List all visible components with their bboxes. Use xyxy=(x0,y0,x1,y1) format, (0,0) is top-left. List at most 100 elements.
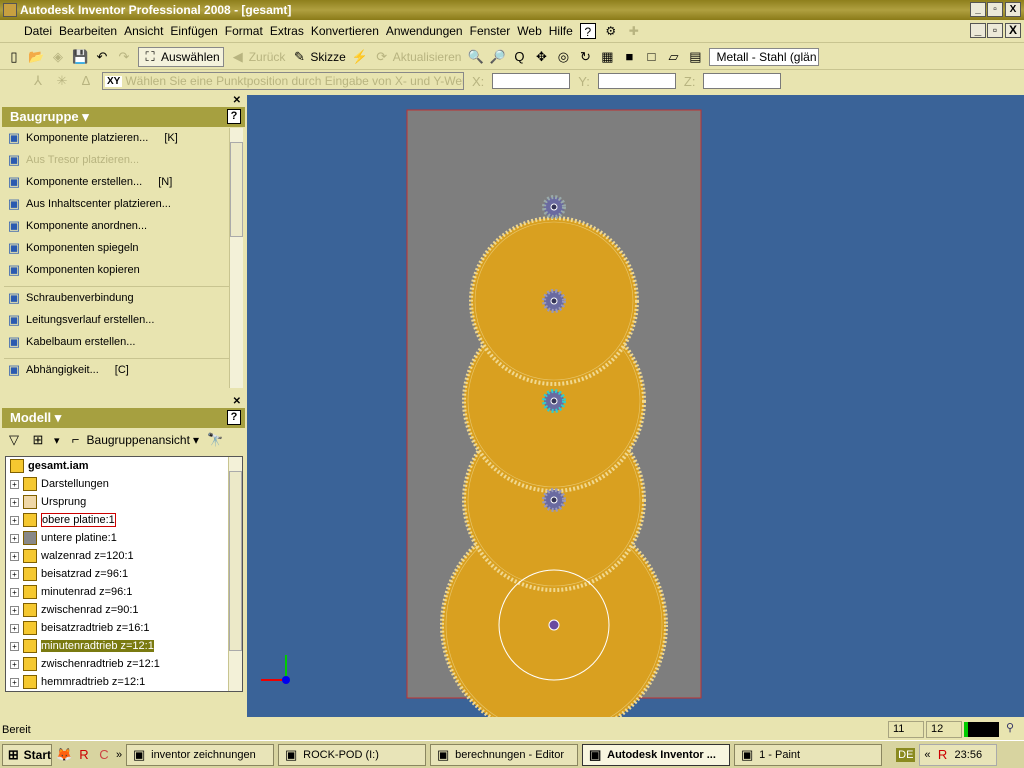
return-icon[interactable]: ⚡ xyxy=(352,49,368,65)
start-button[interactable]: ⊞ Start xyxy=(2,743,52,766)
menu-einfuegen[interactable]: Einfügen xyxy=(170,24,217,38)
menu-extras[interactable]: Extras xyxy=(270,24,304,38)
assembly-panel-header[interactable]: Baugruppe ▾? xyxy=(2,107,245,127)
sketch-button[interactable]: ✎ Skizze xyxy=(291,49,346,65)
tree-options-icon[interactable]: ⊞ xyxy=(30,432,46,448)
update-button[interactable]: ⟳ Aktualisieren xyxy=(374,49,461,65)
more-icon[interactable]: » xyxy=(116,749,122,761)
help-icon[interactable]: ? xyxy=(227,109,241,124)
rotate-icon[interactable]: ↻ xyxy=(577,49,593,65)
app-icon[interactable]: C xyxy=(96,747,112,763)
new-icon[interactable]: ▯ xyxy=(6,49,22,65)
tree-scrollbar[interactable] xyxy=(228,457,242,691)
tree-item[interactable]: + hemmradtrieb z=12:1 xyxy=(6,673,242,691)
z-input[interactable] xyxy=(703,73,782,89)
doc-restore-button[interactable]: ▫ xyxy=(987,23,1003,38)
menu-datei[interactable]: Datei xyxy=(24,24,52,38)
camera-icon[interactable]: □ xyxy=(643,49,659,65)
expand-icon[interactable]: + xyxy=(10,515,19,525)
taskbar-button[interactable]: ▣ Autodesk Inventor ... xyxy=(582,743,731,766)
tree-item[interactable]: + untere platine:1 xyxy=(6,529,242,547)
doc-minimize-button[interactable]: _ xyxy=(970,23,986,38)
undo-icon[interactable]: ↶ xyxy=(94,49,110,65)
find-icon[interactable]: 🔭 xyxy=(207,432,223,448)
display-mode-icon[interactable]: ■ xyxy=(621,49,637,65)
zoom-all-icon[interactable]: 🔍 xyxy=(467,49,483,65)
tree-item[interactable]: + zwischenrad z=90:1 xyxy=(6,601,242,619)
assembly-item[interactable]: ▣ Komponente anordnen... xyxy=(2,215,245,237)
x-input[interactable] xyxy=(492,73,571,89)
gear-assembly-view[interactable] xyxy=(247,95,1024,739)
section-icon[interactable]: ▱ xyxy=(665,49,681,65)
assembly-item[interactable]: ▣ Komponenten spiegeln xyxy=(2,237,245,259)
menu-konvertieren[interactable]: Konvertieren xyxy=(311,24,379,38)
expand-icon[interactable]: + xyxy=(10,659,19,669)
panel-close-icon[interactable]: ✕ xyxy=(233,95,241,106)
tray-expand-icon[interactable]: « xyxy=(924,749,930,761)
expand-icon[interactable]: + xyxy=(10,641,19,651)
expand-icon[interactable]: + xyxy=(10,497,19,507)
tray-icon[interactable]: R xyxy=(935,747,951,763)
tree-item[interactable]: + minutenrad z=96:1 xyxy=(6,583,242,601)
expand-icon[interactable]: + xyxy=(10,587,19,597)
menu-web[interactable]: Web xyxy=(517,24,541,38)
graphics-viewport[interactable] xyxy=(247,95,1024,739)
taskbar-button[interactable]: ▣ ROCK-POD (I:) xyxy=(278,743,427,766)
menu-ansicht[interactable]: Ansicht xyxy=(124,24,163,38)
doc-close-button[interactable]: X xyxy=(1005,23,1021,38)
assembly-scrollbar[interactable] xyxy=(229,128,243,388)
taskbar-button[interactable]: ▣ berechnungen - Editor xyxy=(430,743,579,766)
help-icon[interactable]: ? xyxy=(227,410,241,425)
assembly-item[interactable]: ▣ Abhängigkeit... [C] xyxy=(2,359,245,381)
acrobat-icon[interactable]: R xyxy=(76,747,92,763)
panel-close-icon[interactable]: ✕ xyxy=(233,396,241,407)
prompt-select[interactable]: XY Wählen Sie eine Punktposition durch Ei… xyxy=(102,72,464,90)
taskbar-button[interactable]: ▣ 1 - Paint xyxy=(734,743,883,766)
menu-fenster[interactable]: Fenster xyxy=(470,24,511,38)
tree-item[interactable]: + minutenradtrieb z=12:1 xyxy=(6,637,242,655)
help-icon[interactable]: ? xyxy=(579,23,596,39)
tree-item[interactable]: + beisatzrad z=96:1 xyxy=(6,565,242,583)
assembly-item[interactable]: ▣ Komponente erstellen... [N] xyxy=(2,171,245,193)
expand-icon[interactable]: + xyxy=(10,569,19,579)
expand-icon[interactable]: + xyxy=(10,605,19,615)
save-icon[interactable]: 💾 xyxy=(72,49,88,65)
point-icon[interactable]: ✳ xyxy=(54,73,70,89)
restore-button[interactable]: ▫ xyxy=(987,2,1003,17)
y-input[interactable] xyxy=(597,73,676,89)
whats-this-icon[interactable]: ⚙ xyxy=(603,23,619,39)
tree-item[interactable]: + Darstellungen xyxy=(6,475,242,493)
open-icon[interactable]: 📂 xyxy=(28,49,44,65)
expand-icon[interactable]: + xyxy=(10,551,19,561)
assembly-item[interactable]: ▣ Schraubenverbindung xyxy=(2,287,245,309)
expand-icon[interactable]: + xyxy=(10,677,19,687)
pan-icon[interactable]: ✥ xyxy=(533,49,549,65)
project-icon[interactable]: ◈ xyxy=(50,49,66,65)
delta-icon[interactable]: Δ xyxy=(78,73,94,89)
firefox-icon[interactable]: 🦊 xyxy=(56,747,72,763)
assembly-item[interactable]: ▣ Aus Tresor platzieren... xyxy=(2,149,245,171)
close-button[interactable]: X xyxy=(1005,2,1021,17)
visibility-icon[interactable]: ▤ xyxy=(687,49,703,65)
material-select[interactable]: Metall - Stahl (glän xyxy=(709,47,820,66)
taskbar-button[interactable]: ▣ inventor zeichnungen xyxy=(126,743,275,766)
select-button[interactable]: ⛶ Auswählen xyxy=(138,46,224,67)
look-at-icon[interactable]: ▦ xyxy=(599,49,615,65)
filter-icon[interactable]: ▽ xyxy=(6,432,22,448)
zoom-icon[interactable]: Q xyxy=(511,49,527,65)
tree-item[interactable]: + Ursprung xyxy=(6,493,242,511)
assembly-item[interactable]: ▣ Kabelbaum erstellen... xyxy=(2,331,245,353)
origin-icon[interactable]: ⅄ xyxy=(30,73,46,89)
assembly-item[interactable]: ▣ Leitungsverlauf erstellen... xyxy=(2,309,245,331)
assembly-item[interactable]: ▣ Komponenten kopieren xyxy=(2,259,245,281)
model-panel-header[interactable]: Modell ▾? xyxy=(2,408,245,428)
language-indicator[interactable]: DE xyxy=(896,747,916,762)
tree-item[interactable]: + walzenrad z=120:1 xyxy=(6,547,242,565)
minimize-button[interactable]: _ xyxy=(970,2,986,17)
tree-root[interactable]: gesamt.iam xyxy=(6,457,242,475)
menu-format[interactable]: Format xyxy=(225,24,263,38)
menu-bearbeiten[interactable]: Bearbeiten xyxy=(59,24,117,38)
tree-item[interactable]: + obere platine:1 xyxy=(6,511,242,529)
zoom-selected-icon[interactable]: ◎ xyxy=(555,49,571,65)
menu-anwendungen[interactable]: Anwendungen xyxy=(386,24,463,38)
